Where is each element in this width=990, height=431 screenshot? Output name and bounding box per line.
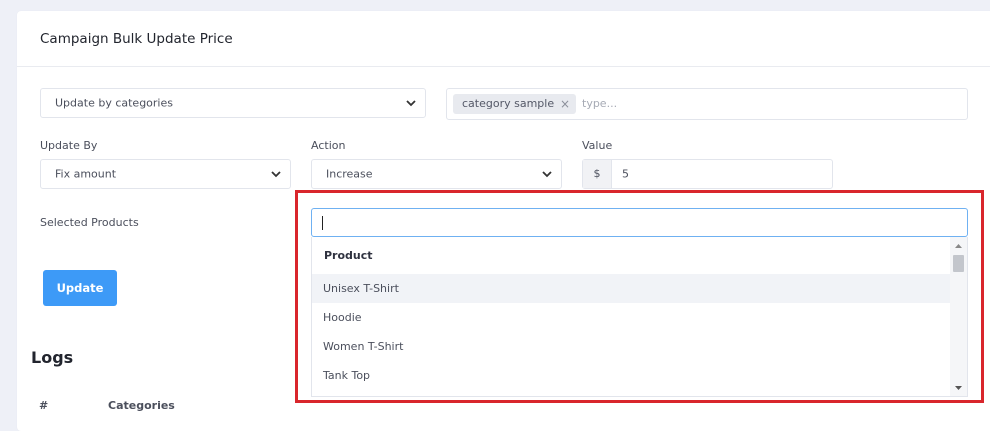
dropdown-option[interactable]: Unisex T-Shirt: [312, 274, 950, 303]
chevron-down-icon: [271, 171, 281, 178]
dropdown-option[interactable]: Women T-Shirt: [312, 332, 950, 361]
chevron-down-icon: [542, 171, 552, 178]
update-by-select-value: Fix amount: [55, 167, 117, 181]
update-mode-select-value: Update by categories: [55, 96, 173, 110]
logs-title: Logs: [31, 348, 74, 367]
product-search-input[interactable]: [311, 208, 968, 237]
chevron-down-icon: [406, 100, 416, 107]
dropdown-scrollbar[interactable]: [950, 237, 967, 396]
dropdown-option[interactable]: Tank Top: [312, 361, 950, 390]
update-button[interactable]: Update: [43, 270, 117, 306]
action-select-value: Increase: [326, 167, 373, 181]
update-mode-select[interactable]: Update by categories: [40, 88, 426, 118]
value-input-text: 5: [622, 167, 629, 181]
scroll-down-icon[interactable]: [954, 383, 963, 392]
category-tag: category sample ×: [453, 94, 577, 114]
scroll-thumb[interactable]: [953, 255, 964, 272]
selected-products-label: Selected Products: [40, 216, 139, 229]
dropdown-option[interactable]: Hoodie: [312, 303, 950, 332]
currency-addon: $: [583, 160, 612, 188]
update-by-select[interactable]: Fix amount: [40, 159, 291, 189]
page-title: Campaign Bulk Update Price: [40, 31, 233, 47]
action-label: Action: [311, 139, 346, 152]
category-tags-input[interactable]: category sample × type...: [446, 88, 968, 120]
tags-placeholder: type...: [582, 97, 618, 110]
action-select[interactable]: Increase: [311, 159, 562, 189]
scroll-up-icon[interactable]: [954, 242, 963, 251]
text-caret: [322, 216, 323, 230]
update-by-label: Update By: [40, 139, 98, 152]
category-tag-label: category sample: [462, 97, 555, 110]
card-header: Campaign Bulk Update Price: [17, 11, 990, 67]
value-input[interactable]: $ 5: [582, 159, 833, 189]
remove-tag-icon[interactable]: ×: [560, 94, 570, 114]
value-label: Value: [582, 139, 613, 152]
product-dropdown[interactable]: Product Unisex T-Shirt Hoodie Women T-Sh…: [311, 237, 968, 397]
dropdown-group-header: Product: [324, 249, 373, 262]
